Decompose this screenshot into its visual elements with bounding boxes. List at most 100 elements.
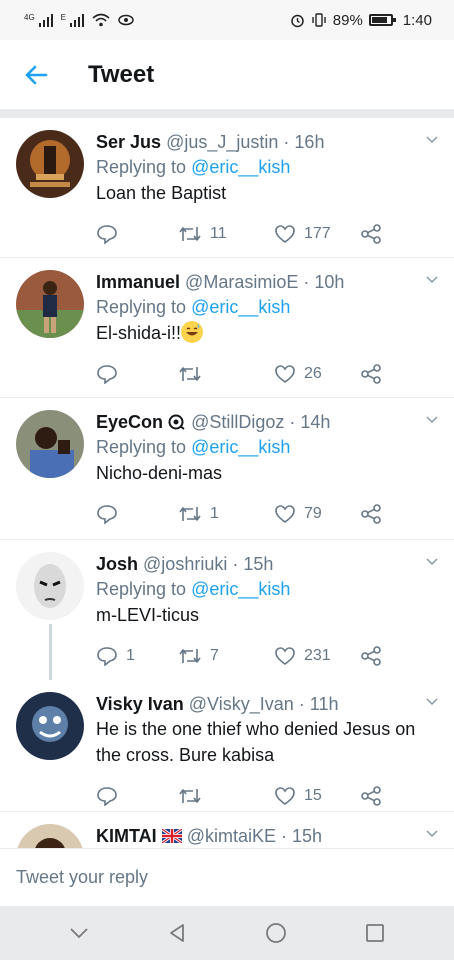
chevron-down-icon[interactable]: [68, 926, 90, 940]
status-left: 4G E: [24, 13, 134, 27]
back-triangle-icon[interactable]: [166, 922, 188, 944]
display-name[interactable]: KIMTAI: [96, 826, 157, 846]
signal1-label: 4G: [24, 13, 35, 22]
avatar[interactable]: [16, 552, 84, 620]
reply-button[interactable]: [96, 786, 178, 806]
like-count: 79: [304, 505, 322, 522]
tweet-actions: 1 7 231: [96, 628, 440, 684]
avatar[interactable]: [16, 130, 84, 198]
user-handle[interactable]: @kimtaiKE: [187, 826, 276, 846]
retweet-button[interactable]: [178, 365, 274, 383]
replying-to: Replying to @eric__kish: [96, 576, 440, 602]
user-handle[interactable]: @StillDigoz: [191, 412, 284, 432]
retweet-icon: [179, 789, 201, 803]
chevron-down-icon[interactable]: [426, 414, 438, 426]
tweet-author-line: Ser Jus @jus_J_justin · 16h: [96, 132, 325, 152]
timestamp[interactable]: 10h: [314, 272, 344, 292]
user-handle[interactable]: @jus_J_justin: [166, 132, 278, 152]
tweet-author-line: Immanuel @MarasimioE · 10h: [96, 272, 345, 292]
like-button[interactable]: 15: [274, 786, 360, 806]
share-button[interactable]: [360, 786, 382, 806]
reply-tweet[interactable]: Visky Ivan @Visky_Ivan · 11h He is the o…: [0, 680, 454, 812]
eye-icon: [118, 14, 134, 26]
mention-link[interactable]: @eric__kish: [191, 579, 290, 599]
reply-button[interactable]: [96, 224, 178, 244]
display-name[interactable]: Visky Ivan: [96, 694, 184, 714]
like-button[interactable]: 231: [274, 646, 360, 666]
display-name[interactable]: Josh: [96, 554, 138, 574]
signal-icon: 4G: [24, 13, 53, 27]
replying-prefix: Replying to: [96, 157, 187, 177]
chevron-down-icon[interactable]: [426, 828, 438, 840]
mention-link[interactable]: @eric__kish: [191, 297, 290, 317]
timestamp[interactable]: 15h: [292, 826, 322, 846]
like-button[interactable]: 79: [274, 504, 360, 524]
comment-icon: [97, 647, 117, 666]
user-handle[interactable]: @Visky_Ivan: [189, 694, 294, 714]
user-handle[interactable]: @joshriuki: [143, 554, 227, 574]
reply-tweet[interactable]: KIMTAI @kimtaiKE · 15h: [0, 812, 454, 848]
comment-icon: [97, 505, 117, 524]
timestamp[interactable]: 16h: [294, 132, 324, 152]
signal2-label: E: [60, 13, 67, 22]
tweet-text: El-shida-i!!: [96, 323, 182, 343]
display-name[interactable]: Ser Jus: [96, 132, 161, 152]
share-button[interactable]: [360, 364, 382, 384]
display-name[interactable]: EyeCon: [96, 412, 163, 432]
battery-icon: [368, 14, 396, 26]
reply-input[interactable]: [16, 867, 454, 888]
home-circle-icon[interactable]: [264, 921, 288, 945]
system-nav-bar: [0, 906, 454, 960]
replies-feed[interactable]: Ser Jus @jus_J_justin · 16h Replying to …: [0, 118, 454, 848]
clock: 1:40: [402, 11, 432, 29]
tweet-actions: 1 79: [96, 486, 440, 542]
reply-button[interactable]: [96, 504, 178, 524]
tweet-author-line: EyeCon @StillDigoz · 14h: [96, 412, 331, 432]
retweet-button[interactable]: [178, 787, 274, 805]
retweet-button[interactable]: 1: [178, 505, 274, 523]
replying-to: Replying to @eric__kish: [96, 294, 440, 320]
share-button[interactable]: [360, 646, 382, 666]
timestamp[interactable]: 11h: [310, 694, 339, 714]
chevron-down-icon[interactable]: [426, 274, 438, 286]
comment-icon: [97, 787, 117, 806]
share-button[interactable]: [360, 504, 382, 524]
avatar[interactable]: [16, 270, 84, 338]
user-handle[interactable]: @MarasimioE: [185, 272, 298, 292]
battery-percent: 89%: [332, 11, 363, 29]
retweet-button[interactable]: 11: [178, 225, 274, 243]
reply-tweet[interactable]: Immanuel @MarasimioE · 10h Replying to @…: [0, 258, 454, 398]
timestamp[interactable]: 14h: [300, 412, 330, 432]
reply-button[interactable]: [96, 364, 178, 384]
app-header: Tweet: [0, 40, 454, 110]
retweet-icon: [179, 507, 201, 521]
display-name[interactable]: Immanuel: [96, 272, 180, 292]
mention-link[interactable]: @eric__kish: [191, 437, 290, 457]
reply-tweet[interactable]: EyeCon @StillDigoz · 14h Replying to @er…: [0, 398, 454, 540]
chevron-down-icon[interactable]: [426, 134, 438, 146]
chevron-down-icon[interactable]: [426, 556, 438, 568]
reply-tweet[interactable]: Josh @joshriuki · 15h Replying to @eric_…: [0, 540, 454, 692]
chevron-down-icon[interactable]: [426, 696, 438, 708]
retweet-count: 7: [210, 647, 219, 664]
recents-square-icon[interactable]: [364, 922, 386, 944]
status-right: 89% 1:40: [290, 12, 432, 29]
reply-tweet[interactable]: Ser Jus @jus_J_justin · 16h Replying to …: [0, 118, 454, 258]
tweet-text: He is the one thief who denied Jesus on …: [96, 719, 416, 765]
page-title: Tweet: [88, 60, 155, 88]
timestamp[interactable]: 15h: [243, 554, 273, 574]
mention-link[interactable]: @eric__kish: [191, 157, 290, 177]
retweet-icon: [179, 227, 201, 241]
like-button[interactable]: 177: [274, 224, 360, 244]
wifi-icon: [92, 13, 110, 27]
avatar[interactable]: [16, 692, 84, 760]
retweet-button[interactable]: 7: [178, 647, 274, 665]
share-button[interactable]: [360, 224, 382, 244]
avatar[interactable]: [16, 824, 84, 848]
replying-prefix: Replying to: [96, 437, 187, 457]
avatar[interactable]: [16, 410, 84, 478]
like-count: 26: [304, 365, 322, 382]
reply-button[interactable]: 1: [96, 646, 178, 666]
like-button[interactable]: 26: [274, 364, 360, 384]
back-button[interactable]: [14, 53, 58, 97]
